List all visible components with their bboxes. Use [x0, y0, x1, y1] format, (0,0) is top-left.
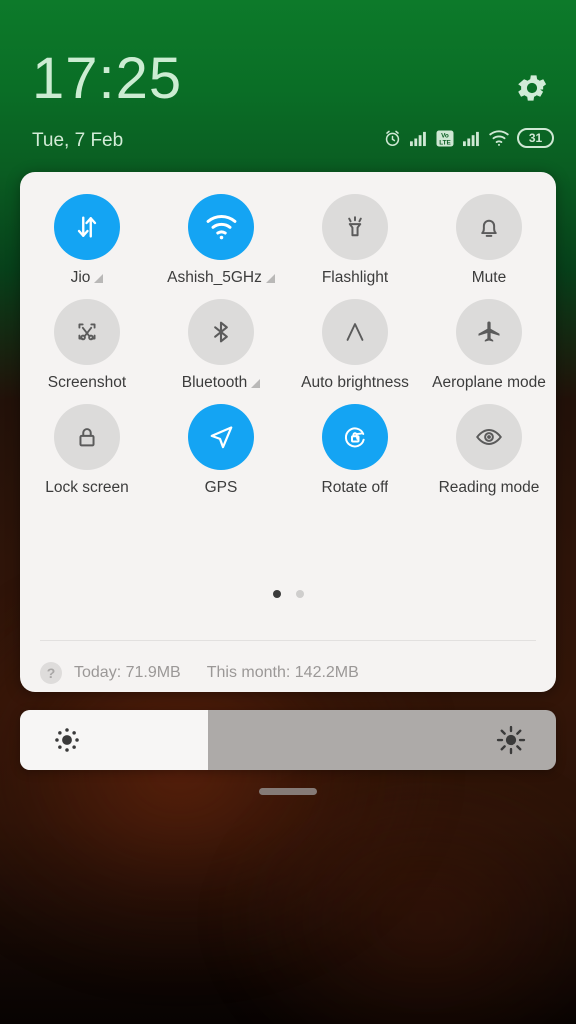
wifi-icon — [206, 214, 236, 240]
quick-settings-grid: Jio Ashish_5GHz Flashlight Mute Screensh… — [20, 194, 556, 509]
tile-label-wrap: Reading mode — [422, 479, 556, 497]
wifi-icon — [489, 130, 509, 146]
flashlight-icon — [348, 216, 362, 237]
tile-label-wrap: GPS — [154, 479, 288, 497]
signal-bars-icon — [410, 131, 426, 146]
tile-icon-bg — [456, 404, 522, 470]
tile-reading-mode[interactable]: Reading mode — [422, 404, 556, 497]
tile-label-wrap: Screenshot — [20, 374, 154, 392]
tile-label-wrap: Jio — [20, 269, 154, 287]
tile-label: Ashish_5GHz — [167, 269, 262, 286]
brightness-slider[interactable] — [20, 710, 556, 770]
tile-rotate-off[interactable]: Rotate off — [288, 404, 422, 497]
tile-label-wrap: Mute — [422, 269, 556, 287]
tile-mute[interactable]: Mute — [422, 194, 556, 287]
chevron-expand-icon[interactable] — [265, 273, 275, 283]
status-icons: Vo LTE 31 — [383, 128, 554, 148]
tile-bluetooth[interactable]: Bluetooth — [154, 299, 288, 392]
tile-icon-bg — [188, 194, 254, 260]
clock-time: 17:25 — [32, 46, 183, 111]
quick-settings-row: Screenshot Bluetooth Auto brightness Aer… — [20, 299, 556, 404]
padlock-icon — [79, 428, 95, 447]
tile-label: Bluetooth — [181, 374, 248, 391]
chevron-expand-icon[interactable] — [251, 378, 261, 388]
tile-label-wrap: Bluetooth — [154, 374, 288, 392]
page-indicator[interactable] — [20, 590, 556, 598]
tile-icon-bg — [54, 194, 120, 260]
page-dot-1[interactable] — [272, 590, 281, 598]
letter-a-icon — [346, 323, 364, 341]
tile-label: Rotate off — [321, 479, 389, 496]
tile-label: Auto brightness — [301, 374, 409, 391]
data-usage-today: Today: 71.9MB — [74, 664, 181, 681]
divider — [40, 640, 536, 641]
data-usage-month: This month: 142.2MB — [206, 664, 359, 681]
tile-label: Mute — [471, 269, 507, 286]
brightness-low-icon — [55, 728, 79, 752]
tile-label: Flashlight — [321, 269, 389, 286]
screenshot-icon — [78, 323, 96, 341]
rotation-lock-icon — [344, 427, 365, 448]
battery-percent-label: 31 — [528, 130, 543, 145]
gear-icon[interactable] — [514, 70, 550, 106]
clock-date: Tue, 7 Feb — [32, 130, 124, 151]
help-icon[interactable]: ? — [40, 662, 62, 684]
tile-icon-bg — [54, 299, 120, 365]
tile-mobile-data[interactable]: Jio — [20, 194, 154, 287]
bluetooth-icon — [214, 321, 228, 343]
tile-gps[interactable]: GPS — [154, 404, 288, 497]
tile-label: Lock screen — [45, 479, 129, 496]
tile-label-wrap: Aeroplane mode — [422, 374, 556, 392]
data-transfer-icon — [77, 216, 97, 238]
brightness-high-icon — [496, 725, 526, 755]
tile-label-wrap: Auto brightness — [288, 374, 422, 392]
tile-lock-screen[interactable]: Lock screen — [20, 404, 154, 497]
navigation-arrow-icon — [210, 426, 233, 449]
tile-screenshot[interactable]: Screenshot — [20, 299, 154, 392]
alarm-icon — [385, 130, 400, 146]
quick-settings-panel: Jio Ashish_5GHz Flashlight Mute Screensh… — [20, 172, 556, 692]
tile-icon-bg — [322, 404, 388, 470]
tile-icon-bg — [456, 194, 522, 260]
eye-icon — [476, 428, 502, 446]
tile-wifi[interactable]: Ashish_5GHz — [154, 194, 288, 287]
tile-icon-bg — [322, 299, 388, 365]
tile-icon-bg — [188, 404, 254, 470]
tile-auto-brightness[interactable]: Auto brightness — [288, 299, 422, 392]
tile-icon-bg — [188, 299, 254, 365]
tile-label: GPS — [204, 479, 238, 496]
chevron-expand-icon[interactable] — [94, 273, 104, 283]
tile-label: Jio — [70, 269, 91, 286]
tile-icon-bg — [456, 299, 522, 365]
tile-label: Screenshot — [47, 374, 127, 391]
tile-flashlight[interactable]: Flashlight — [288, 194, 422, 287]
bell-icon — [481, 219, 497, 237]
tile-label-wrap: Flashlight — [288, 269, 422, 287]
volte-icon: Vo LTE — [436, 130, 454, 146]
tile-icon-bg — [54, 404, 120, 470]
tile-label: Aeroplane mode — [432, 374, 546, 391]
airplane-icon — [478, 321, 500, 342]
tile-label-wrap: Lock screen — [20, 479, 154, 497]
wallpaper-glow-secondary — [216, 760, 576, 1024]
home-indicator[interactable] — [259, 788, 317, 795]
quick-settings-row: Lock screen GPS Rotate off Reading mode — [20, 404, 556, 509]
tile-label-wrap: Rotate off — [288, 479, 422, 497]
signal-bars-icon — [463, 131, 479, 146]
tile-label: Reading mode — [438, 479, 540, 496]
quick-settings-row: Jio Ashish_5GHz Flashlight Mute — [20, 194, 556, 299]
svg-text:LTE: LTE — [439, 139, 451, 146]
battery-indicator: 31 — [517, 128, 554, 148]
tile-aeroplane-mode[interactable]: Aeroplane mode — [422, 299, 556, 392]
page-dot-2[interactable] — [295, 590, 304, 598]
tile-icon-bg — [322, 194, 388, 260]
status-header: 17:25 Tue, 7 Feb Vo LTE 31 — [0, 0, 576, 172]
tile-label-wrap: Ashish_5GHz — [154, 269, 288, 287]
data-usage-row[interactable]: ? Today: 71.9MB This month: 142.2MB — [40, 654, 536, 692]
brightness-slider-fill — [20, 710, 208, 770]
